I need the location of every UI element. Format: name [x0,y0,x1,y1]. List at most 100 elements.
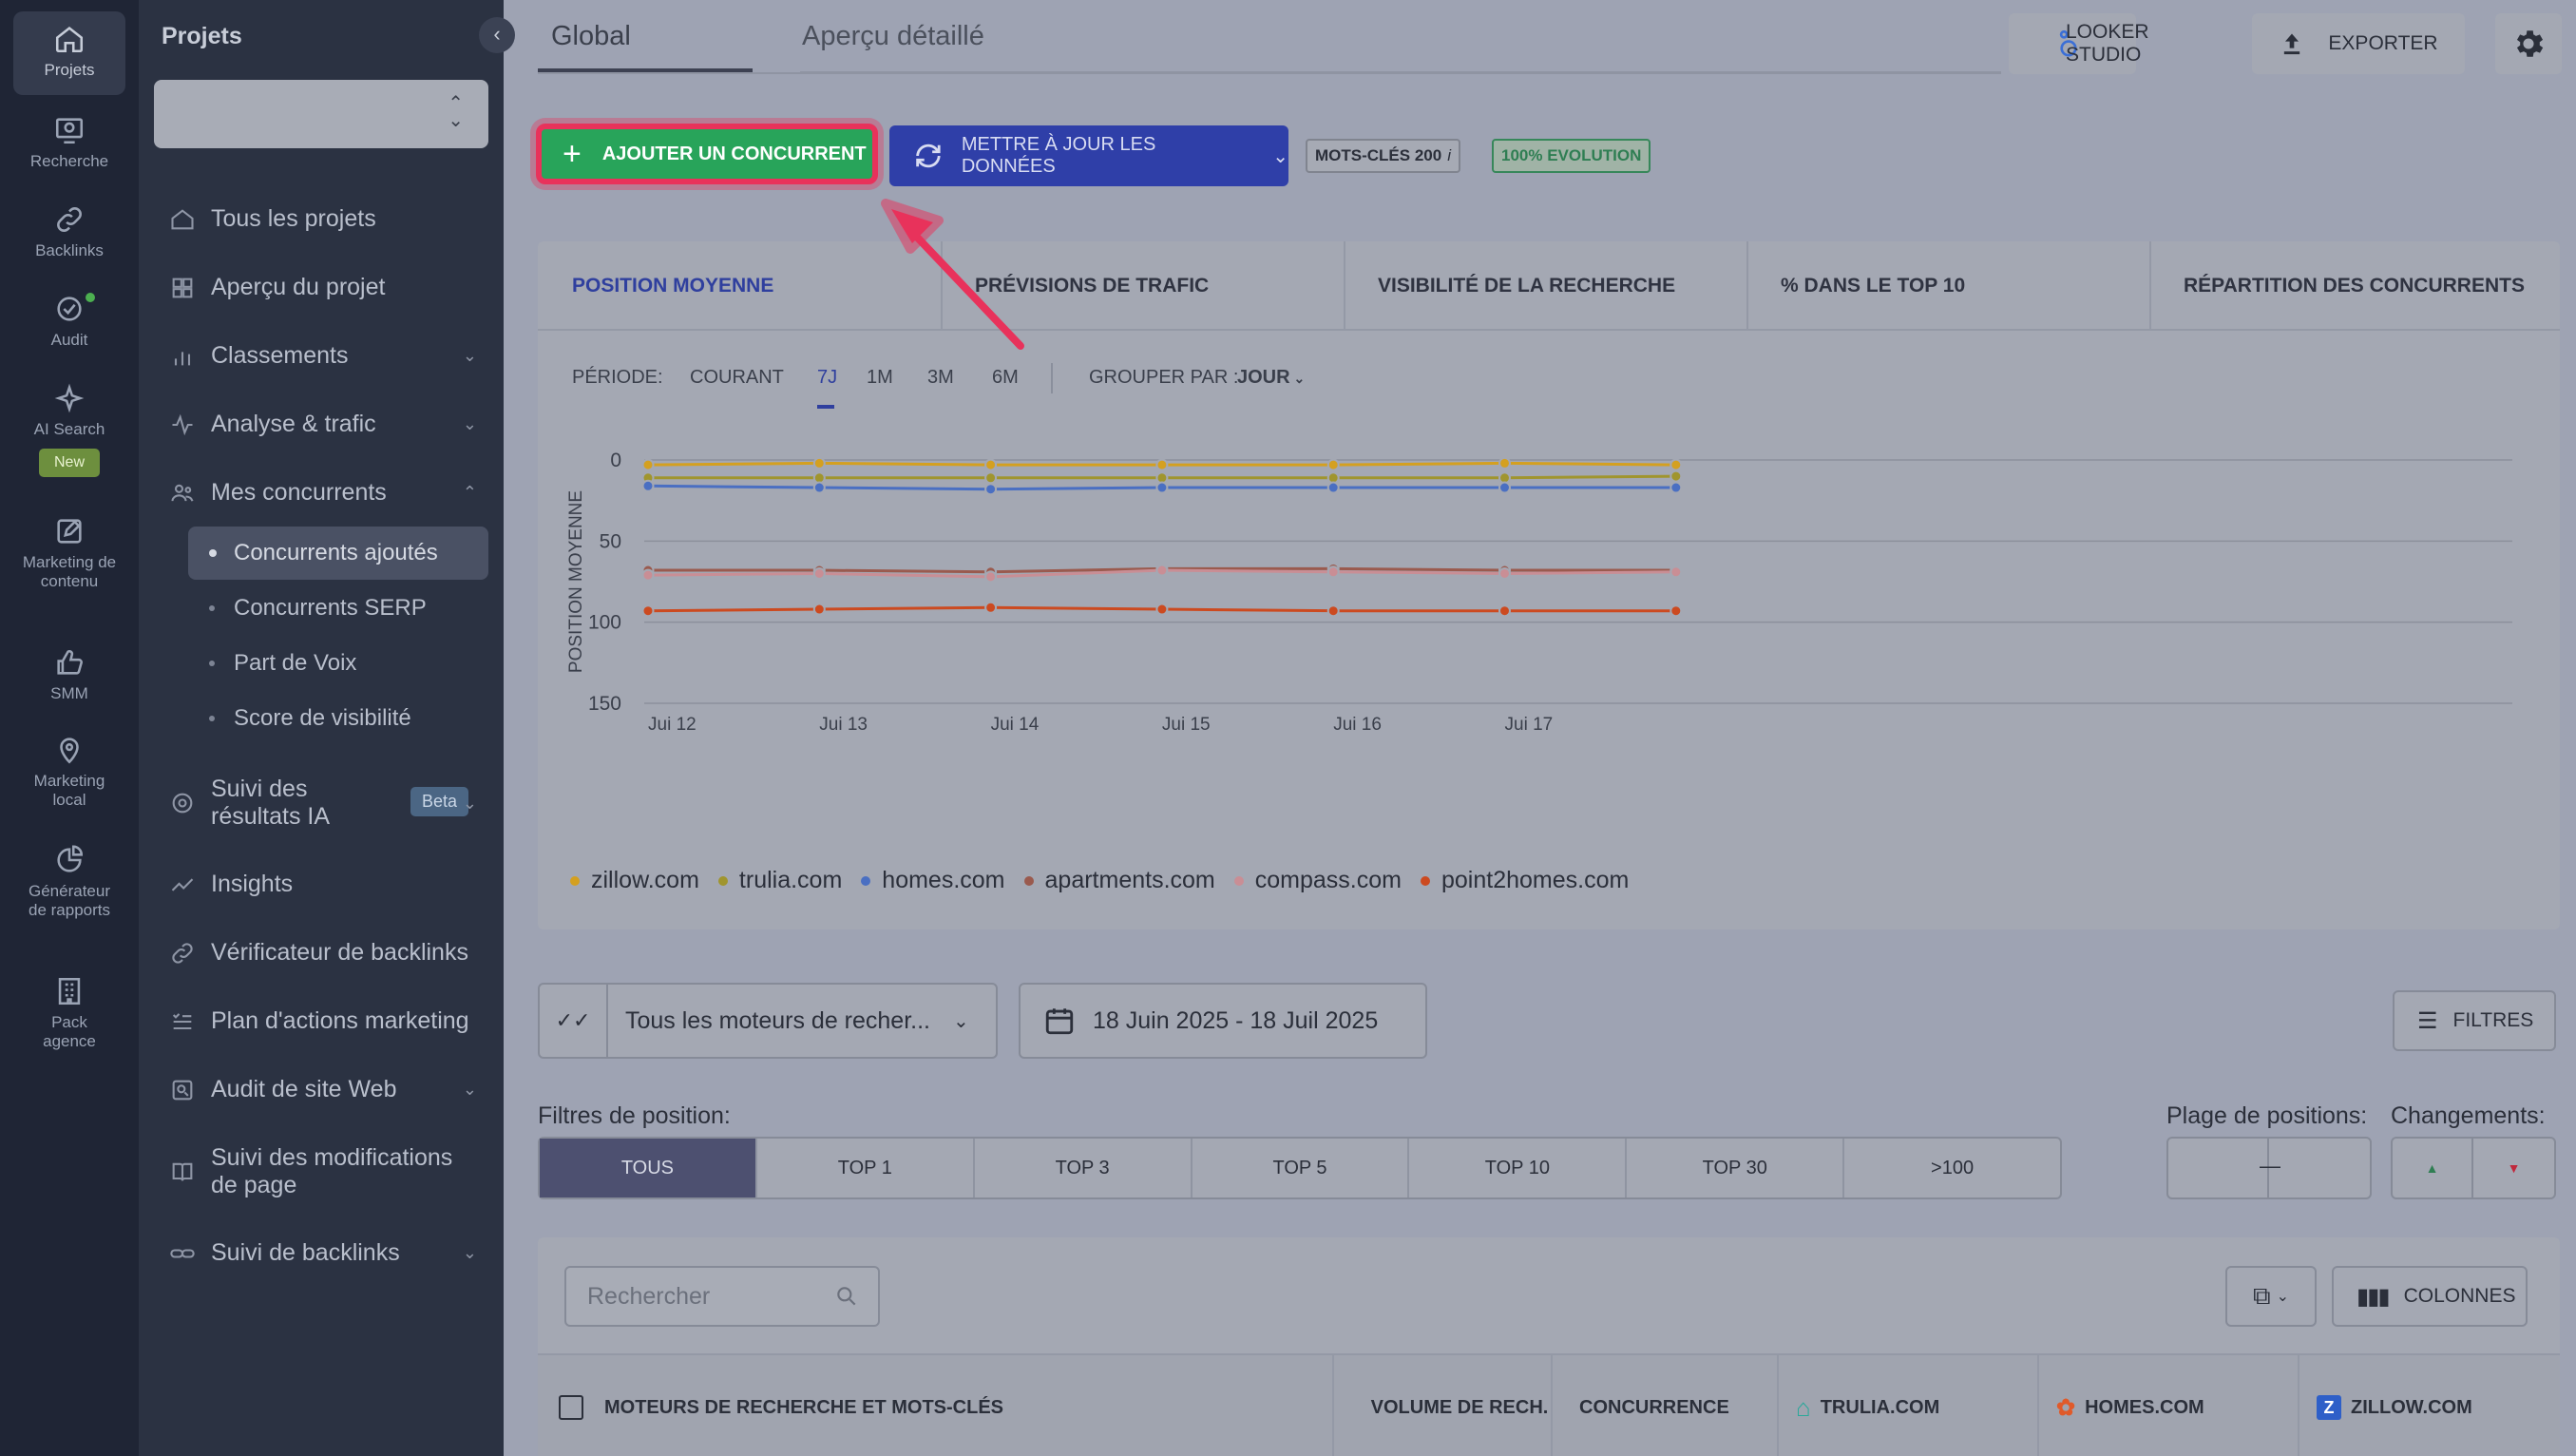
sidebar-item-ai-tracking[interactable]: Suivi des résultats IA Beta ⌄ [169,776,492,831]
header-competition[interactable]: CONCURRENCE [1579,1355,1729,1456]
increase-arrow-icon[interactable]: ▲ [2393,1139,2474,1197]
tab-top10-share[interactable]: % DANS LE TOP 10 [1781,241,1965,331]
sidebar-item-all-projects[interactable]: Tous les projets [169,205,492,233]
position-range-input[interactable]: — [2166,1137,2372,1199]
position-filter-top3[interactable]: TOP 3 [975,1139,1193,1197]
rail-item-ai-search[interactable]: AI Search New [0,382,139,477]
looker-studio-label: LOOKER STUDIO [2065,21,2149,66]
decrease-arrow-icon[interactable]: ▼ [2473,1139,2554,1197]
rail-item-projects[interactable]: Projets [13,11,125,95]
sidebar-item-marketing-plan[interactable]: Plan d'actions marketing [169,1007,492,1035]
rail-item-smm[interactable]: SMM [0,646,139,703]
project-selector[interactable]: ⌃ ⌄ [154,80,488,148]
sidebar-item-backlink-tracking[interactable]: Suivi de backlinks ⌄ [169,1239,492,1267]
y-tick-label: 150 [588,693,621,715]
select-all-checkbox-cell: MOTEURS DE RECHERCHE ET MOTS-CLÉS [559,1355,1003,1456]
legend-item[interactable]: compass.com [1233,867,1402,894]
sidebar-item-backlink-checker[interactable]: Vérificateur de backlinks [169,939,492,967]
legend-item[interactable]: trulia.com [717,867,842,894]
legend-item[interactable]: point2homes.com [1420,867,1630,894]
settings-button[interactable] [2495,13,2562,74]
sidebar-subitem-added-competitors[interactable]: Concurrents ajoutés [188,527,488,580]
rail-item-content-marketing[interactable]: Marketing de contenu [0,515,139,591]
position-filter-top1[interactable]: TOP 1 [757,1139,975,1197]
select-all-checkbox[interactable] [559,1395,583,1420]
rail-item-report-builder[interactable]: Générateur de rapports [0,844,139,920]
view-tabs: Global Aperçu détaillé [538,0,2001,74]
tab-competitor-breakdown[interactable]: RÉPARTITION DES CONCURRENTS [2184,241,2525,331]
period-current[interactable]: COURANT [690,367,784,389]
legend-label: point2homes.com [1441,867,1630,893]
header-trulia-cell[interactable]: ⌂ TRULIA.COM [1796,1355,1939,1456]
data-point [1326,565,1340,579]
copy-button[interactable]: ⧉ ⌄ [2225,1266,2317,1327]
chevron-up-down-icon: ⌃ ⌄ [448,93,464,131]
range-from-field[interactable] [2168,1139,2269,1197]
position-filter-top30[interactable]: TOP 30 [1627,1139,1845,1197]
period-3m[interactable]: 3M [927,367,954,389]
legend-item[interactable]: apartments.com [1023,867,1215,894]
filters-button[interactable]: ☰ FILTRES [2393,990,2556,1051]
period-6m[interactable]: 6M [992,367,1019,389]
sidebar-item-competitors[interactable]: Mes concurrents ⌃ [169,479,492,507]
tab-search-visibility[interactable]: VISIBILITÉ DE LA RECHERCHE [1378,241,1675,331]
info-icon[interactable]: i [1447,146,1451,165]
rail-item-audit[interactable]: Audit [0,293,139,350]
columns-button[interactable]: ▮▮▮ COLONNES [2332,1266,2528,1327]
header-search-volume[interactable]: VOLUME DE RECH. [1364,1355,1555,1456]
legend-item[interactable]: zillow.com [570,867,699,894]
export-button[interactable]: EXPORTER [2252,13,2465,74]
checklist-icon [172,1012,192,1029]
sidebar-subitem-serp-competitors[interactable]: Concurrents SERP [188,582,488,635]
data-point [1326,604,1340,618]
rail-item-backlinks[interactable]: Backlinks [0,203,139,260]
search-engine-select[interactable]: ✓✓ Tous les moteurs de recher... ⌄ [538,983,998,1059]
home-icon [171,208,194,229]
date-range-picker[interactable]: 18 Juin 2025 - 18 Juil 2025 [1019,983,1427,1059]
position-filter-over100[interactable]: >100 [1844,1139,2060,1197]
tab-detailed-overview[interactable]: Aperçu détaillé [802,21,984,52]
sidebar-subitem-visibility-score[interactable]: Score de visibilité [188,692,488,745]
engine-toggle[interactable]: ✓✓ [540,985,608,1057]
sidebar-item-page-changes[interactable]: Suivi des modifications de page [169,1144,492,1199]
rail-item-local-marketing[interactable]: Marketing local [0,734,139,810]
sidebar-item-analysis[interactable]: Analyse & trafic ⌄ [169,411,492,438]
keywords-count-label: MOTS-CLÉS 200 [1315,146,1442,164]
tab-traffic-forecast[interactable]: PRÉVISIONS DE TRAFIC [975,241,1209,331]
group-by-label: GROUPER PAR : [1089,367,1239,388]
position-filter-top10[interactable]: TOP 10 [1409,1139,1628,1197]
sidebar-item-label: Suivi de backlinks [211,1239,400,1266]
tab-global[interactable]: Global [551,21,631,52]
tab-average-position[interactable]: POSITION MOYENNE [572,241,773,331]
header-keywords[interactable]: MOTEURS DE RECHERCHE ET MOTS-CLÉS [604,1397,1003,1419]
period-1m[interactable]: 1M [867,367,893,389]
position-filter-all[interactable]: TOUS [540,1139,757,1197]
tab-separator [1746,241,1748,331]
sidebar-item-insights[interactable]: Insights [169,871,492,898]
group-by-select[interactable]: JOUR ⌄ [1237,367,1305,389]
sidebar-item-site-audit[interactable]: Audit de site Web ⌄ [169,1076,492,1103]
rail-item-search[interactable]: Recherche [0,114,139,171]
position-filter-group: TOUS TOP 1 TOP 3 TOP 5 TOP 10 TOP 30 >10… [538,1137,2062,1199]
position-filter-top5[interactable]: TOP 5 [1193,1139,1410,1197]
legend-item[interactable]: homes.com [861,867,1005,894]
header-zillow-cell[interactable]: Z ZILLOW.COM [2317,1355,2472,1456]
activity-icon [172,413,193,435]
x-tick-label: Jui 13 [819,715,868,735]
data-point [1498,456,1511,469]
update-data-button[interactable]: METTRE À JOUR LES DONNÉES ⌄ [889,125,1288,186]
add-competitor-button[interactable]: + AJOUTER UN CONCURRENT [536,124,878,184]
sidebar-item-rankings[interactable]: Classements ⌄ [169,342,492,370]
rail-item-agency-pack[interactable]: Pack agence [0,975,139,1051]
sidebar-item-project-overview[interactable]: Aperçu du projet [169,274,492,301]
chevron-left-icon: ‹ [493,22,501,46]
sidebar-item-label: Aperçu du projet [211,274,386,300]
sidebar-subitem-share-of-voice[interactable]: Part de Voix [188,637,488,690]
data-point [1326,458,1340,471]
period-separator [1051,363,1053,393]
table-search-input[interactable]: Rechercher [564,1266,880,1327]
data-point [641,479,655,492]
header-homes-cell[interactable]: ✿ HOMES.COM [2056,1355,2204,1456]
period-7d[interactable]: 7J [817,367,837,389]
chevron-down-icon: ⌄ [462,414,477,433]
